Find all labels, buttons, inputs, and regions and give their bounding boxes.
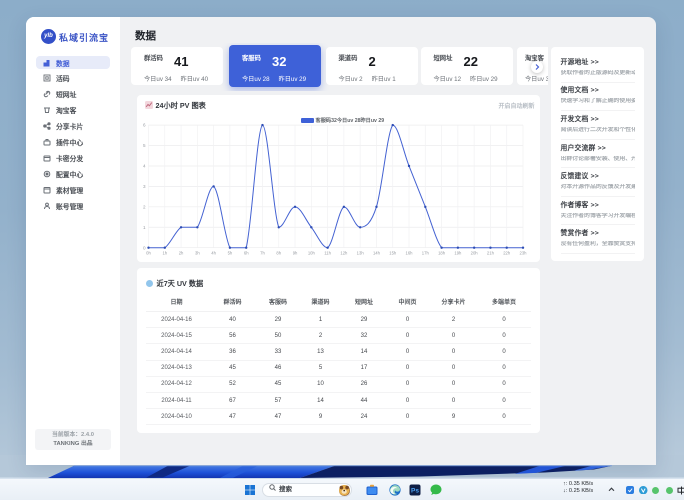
svg-text:11h: 11h — [324, 251, 331, 256]
svg-text:14h: 14h — [372, 251, 380, 256]
svg-text:20h: 20h — [470, 251, 478, 256]
svg-text:0h: 0h — [146, 251, 151, 256]
svg-text:23h: 23h — [519, 251, 527, 256]
svg-text:7h: 7h — [260, 251, 265, 256]
svg-text:10h: 10h — [307, 251, 315, 256]
svg-text:2h: 2h — [178, 251, 183, 256]
svg-text:18h: 18h — [438, 251, 446, 256]
svg-text:6h: 6h — [243, 251, 248, 256]
svg-text:3: 3 — [142, 184, 145, 189]
svg-text:1h: 1h — [162, 251, 167, 256]
svg-text:4: 4 — [142, 164, 145, 169]
svg-text:19h: 19h — [454, 251, 462, 256]
svg-text:Ps: Ps — [411, 488, 419, 495]
svg-text:17h: 17h — [421, 251, 429, 256]
svg-text:2: 2 — [142, 204, 145, 209]
svg-text:13h: 13h — [356, 251, 364, 256]
svg-text:21h: 21h — [486, 251, 494, 256]
svg-text:16h: 16h — [405, 251, 413, 256]
svg-text:12h: 12h — [340, 251, 348, 256]
svg-text:6: 6 — [142, 123, 145, 128]
svg-text:5h: 5h — [227, 251, 232, 256]
svg-text:0: 0 — [142, 245, 145, 250]
svg-text:15h: 15h — [389, 251, 397, 256]
svg-text:3h: 3h — [195, 251, 200, 256]
svg-text:22h: 22h — [503, 251, 511, 256]
svg-text:9h: 9h — [292, 251, 297, 256]
svg-text:4h: 4h — [211, 251, 216, 256]
svg-text:5: 5 — [142, 143, 145, 148]
svg-text:1: 1 — [142, 225, 145, 230]
svg-text:8h: 8h — [276, 251, 281, 256]
